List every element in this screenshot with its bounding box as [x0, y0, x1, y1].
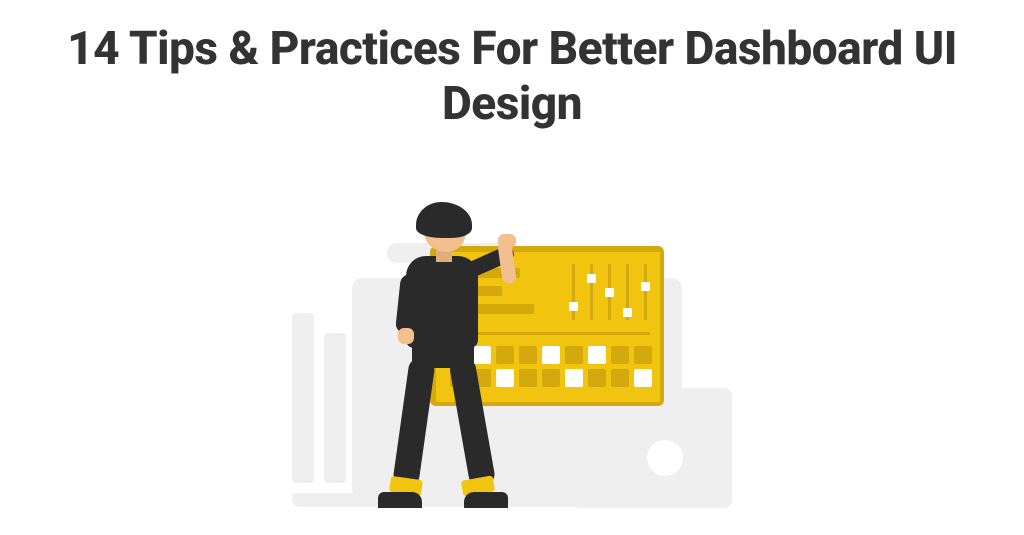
bg-circle-inner-icon: [647, 440, 683, 476]
page-title: 14 Tips & Practices For Better Dashboard…: [0, 0, 1024, 132]
panel-slider-icon: [572, 264, 575, 320]
hero-illustration: [292, 158, 732, 528]
person-illustration-icon: [370, 208, 530, 518]
panel-slider-icon: [626, 264, 629, 320]
bg-tower-icon: [324, 333, 346, 483]
bg-tower-icon: [292, 313, 314, 483]
panel-slider-icon: [608, 264, 611, 320]
panel-slider-icon: [644, 264, 647, 320]
panel-slider-icon: [590, 264, 593, 320]
